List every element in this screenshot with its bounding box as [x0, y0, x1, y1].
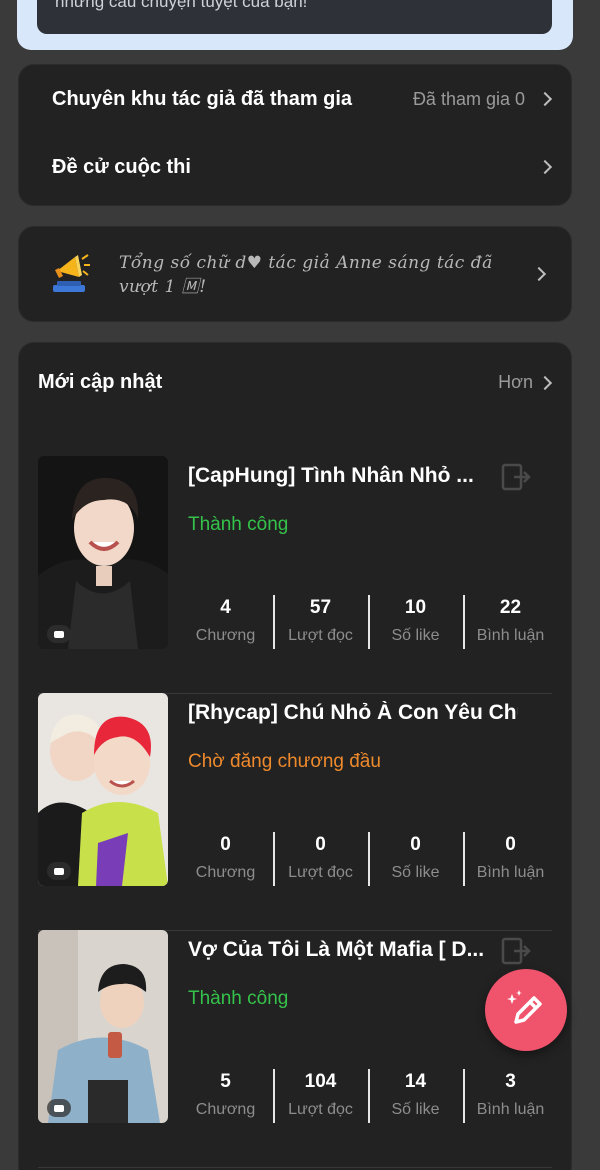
section-title: Mới cập nhật: [38, 371, 163, 393]
story-title[interactable]: Vợ Của Tôi Là Một Mafia [ D...: [188, 938, 518, 962]
contest-nomination-label: Đề cử cuộc thi: [52, 155, 191, 178]
stat-value: 14: [404, 1071, 427, 1092]
stat-label: Bình luận: [476, 627, 545, 644]
more-link[interactable]: Hơn: [498, 372, 553, 393]
stat-value: 3: [505, 1071, 516, 1092]
stat-value: 0: [505, 834, 516, 855]
author-zone-row[interactable]: Chuyên khu tác giả đã tham gia Đã tham g…: [19, 65, 571, 133]
recent-updates-card: Mới cập nhật Hơn [CapHung] Tình Nhân Nhỏ…: [18, 342, 572, 1170]
story-cover[interactable]: [38, 930, 168, 1123]
stat-value: 22: [499, 597, 522, 618]
story-item[interactable]: [CapHung] Tình Nhân Nhỏ ... Thành công 4…: [38, 456, 552, 694]
stat-reads: 57 Lượt đọc: [273, 593, 368, 649]
story-stats: 4 Chương 57 Lượt đọc 10 Số like 22 Bình luận: [178, 593, 558, 649]
banner-inner: những câu chuyện tuyệt của bạn!: [37, 0, 552, 34]
stat-label: Bình luận: [476, 1101, 545, 1118]
stat-value: 5: [220, 1071, 231, 1092]
stat-value: 4: [220, 597, 231, 618]
cover-image: [38, 456, 168, 649]
chevron-right-icon: [539, 376, 553, 390]
stat-value: 0: [315, 834, 326, 855]
story-item[interactable]: [Rhycap] Chú Nhỏ À Con Yêu Chú Chờ đăng …: [38, 693, 552, 931]
stat-label: Chương: [195, 864, 256, 881]
comment-icon: [47, 625, 71, 643]
contest-nomination-row[interactable]: Đề cử cuộc thi: [19, 133, 571, 201]
stat-value: 0: [410, 834, 421, 855]
stat-likes: 14 Số like: [368, 1067, 463, 1123]
stat-value: 104: [304, 1071, 337, 1092]
stat-comments: 0 Bình luận: [463, 830, 558, 886]
story-stats: 0 Chương 0 Lượt đọc 0 Số like 0 Bình luận: [178, 830, 558, 886]
milestone-notice-card[interactable]: Tổng số chữ d♥ tác giả Anne sáng tác đã …: [18, 226, 572, 322]
stat-reads: 0 Lượt đọc: [273, 830, 368, 886]
top-banner[interactable]: những câu chuyện tuyệt của bạn!: [17, 0, 573, 50]
stat-label: Bình luận: [476, 864, 545, 881]
stat-chapters: 4 Chương: [178, 593, 273, 649]
chevron-right-icon: [539, 92, 553, 106]
stat-value: 57: [309, 597, 332, 618]
stat-chapters: 5 Chương: [178, 1067, 273, 1123]
stat-likes: 10 Số like: [368, 593, 463, 649]
exit-icon[interactable]: [500, 462, 532, 492]
write-story-button[interactable]: [485, 969, 567, 1051]
story-title[interactable]: [CapHung] Tình Nhân Nhỏ ...: [188, 464, 518, 488]
banner-text: những câu chuyện tuyệt của bạn!: [55, 0, 308, 11]
author-menu-card: Chuyên khu tác giả đã tham gia Đã tham g…: [18, 64, 572, 206]
story-title[interactable]: [Rhycap] Chú Nhỏ À Con Yêu Chú: [188, 701, 518, 725]
stat-chapters: 0 Chương: [178, 830, 273, 886]
story-cover[interactable]: [38, 456, 168, 649]
story-stats: 5 Chương 104 Lượt đọc 14 Số like 3 Bình luận: [178, 1067, 558, 1123]
story-status: Thành công: [188, 514, 289, 535]
chevron-right-icon: [539, 160, 553, 174]
stat-value: 10: [404, 597, 427, 618]
stat-label: Chương: [195, 1101, 256, 1118]
stat-comments: 3 Bình luận: [463, 1067, 558, 1123]
stat-label: Lượt đọc: [288, 627, 353, 644]
chevron-right-icon: [533, 267, 547, 281]
author-zone-label: Chuyên khu tác giả đã tham gia: [52, 87, 353, 110]
comment-icon: [47, 862, 71, 880]
stat-label: Số like: [391, 627, 440, 644]
stat-reads: 104 Lượt đọc: [273, 1067, 368, 1123]
stat-label: Chương: [195, 627, 256, 644]
cover-image: [38, 930, 168, 1123]
comment-icon: [47, 1099, 71, 1117]
stat-likes: 0 Số like: [368, 830, 463, 886]
stat-label: Lượt đọc: [288, 1101, 353, 1118]
more-link-label: Hơn: [498, 372, 533, 392]
recent-updates-header: Mới cập nhật Hơn: [38, 371, 553, 394]
stat-label: Số like: [391, 1101, 440, 1118]
cover-image: [38, 693, 168, 886]
stat-value: 0: [220, 834, 231, 855]
exit-icon[interactable]: [500, 936, 532, 966]
story-item[interactable]: Vợ Của Tôi Là Một Mafia [ D... Thành côn…: [38, 930, 552, 1168]
story-status: Thành công: [188, 988, 289, 1009]
stat-comments: 22 Bình luận: [463, 593, 558, 649]
pencil-sparkle-icon: [507, 990, 542, 1024]
stat-label: Lượt đọc: [288, 864, 353, 881]
milestone-notice-text: Tổng số chữ d♥ tác giả Anne sáng tác đã …: [119, 253, 493, 297]
author-zone-value: Đã tham gia 0: [412, 88, 525, 109]
stat-label: Số like: [391, 864, 440, 881]
megaphone-icon: [53, 254, 90, 292]
story-cover[interactable]: [38, 693, 168, 886]
story-status: Chờ đăng chương đầu: [188, 751, 381, 772]
